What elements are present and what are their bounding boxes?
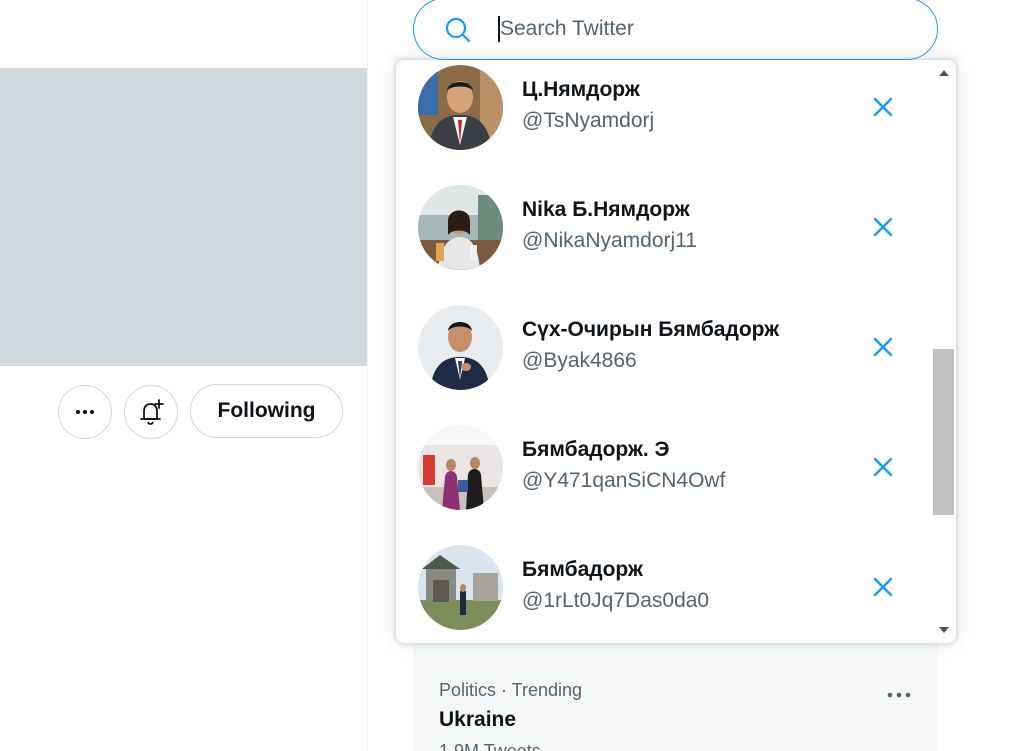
result-name: Сүх-Очирын Бямбадорж [522,318,780,341]
avatar [418,305,503,390]
following-button[interactable]: Following [190,384,343,438]
scrollbar-thumb[interactable] [933,349,954,515]
close-icon[interactable] [868,212,898,242]
close-icon[interactable] [868,452,898,482]
twitter-page: Following Politics · Trending Ukraine 1.… [0,0,1036,751]
result-handle: @Byak4866 [522,349,637,372]
trend-meta: Politics · Trending [439,680,583,700]
column-divider [367,0,368,751]
result-name: Бямбадорж. Э [522,438,670,461]
avatar [418,425,503,510]
avatar [418,545,503,630]
avatar [418,185,503,270]
more-options-button[interactable] [58,385,112,439]
trend-count: 1.9M Tweets [439,741,541,751]
result-name: Бямбадорж [522,558,643,581]
result-handle: @1rLt0Jq7Das0da0 [522,589,710,612]
recent-search-item[interactable]: Бямбадорж. Э @Y471qanSiCN4Owf [396,420,932,540]
profile-banner [0,68,367,366]
close-icon[interactable] [868,572,898,602]
search-icon [445,17,471,43]
scroll-up-arrow-icon[interactable] [938,68,950,78]
recent-search-item[interactable]: Бямбадорж @1rLt0Jq7Das0da0 [396,540,932,643]
search-input[interactable] [500,11,900,47]
recent-search-item[interactable]: Nika Б.Нямдорж @NikaNyamdorj11 [396,180,932,300]
result-name: Ц.Нямдорж [522,78,640,101]
close-icon[interactable] [868,92,898,122]
recent-search-item[interactable]: Ц.Нямдорж @TsNyamdorj [396,60,932,180]
search-box[interactable] [413,0,938,60]
result-handle: @Y471qanSiCN4Owf [522,469,726,492]
trend-title[interactable]: Ukraine [439,708,516,732]
trend-more-icon[interactable] [885,688,913,702]
search-dropdown: Ц.Нямдорж @TsNyamdorj Nika Б.Нямдорж @Ni… [396,60,956,643]
scroll-down-arrow-icon[interactable] [938,625,950,635]
more-icon [76,410,94,414]
notifications-button[interactable] [124,385,178,439]
notification-bell-plus-icon [140,399,164,425]
result-name: Nika Б.Нямдорж [522,198,690,221]
result-handle: @NikaNyamdorj11 [522,229,697,252]
recent-search-item[interactable]: Сүх-Очирын Бямбадорж @Byak4866 [396,300,932,420]
text-caret [498,16,500,42]
avatar [418,65,503,150]
close-icon[interactable] [868,332,898,362]
result-handle: @TsNyamdorj [522,109,655,132]
